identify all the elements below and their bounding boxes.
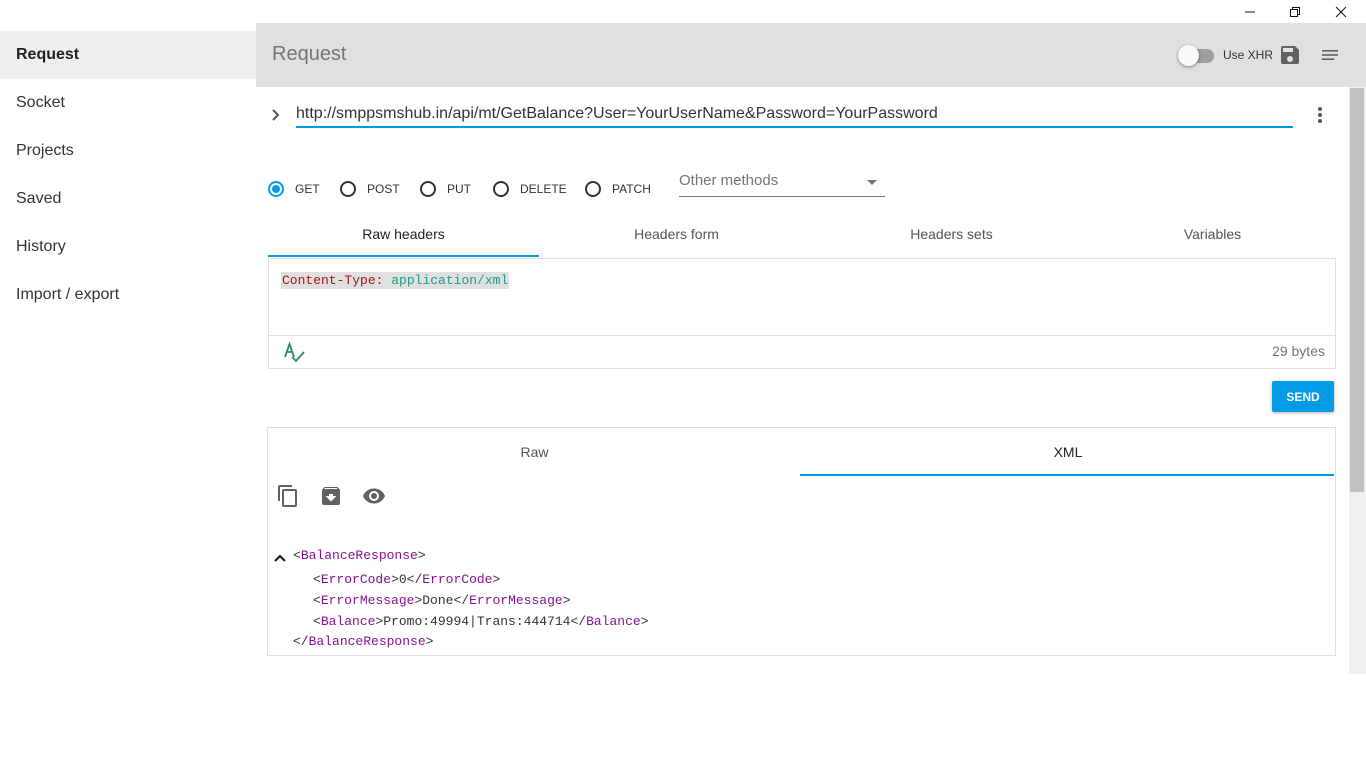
method-put[interactable]: PUT xyxy=(420,180,471,198)
xhr-label: Use XHR xyxy=(1223,48,1274,62)
header-tabs: Raw headers Headers form Headers sets Va… xyxy=(268,210,1336,258)
xml-root-open: <BalanceResponse> xyxy=(293,548,426,563)
raw-headers-editor[interactable]: Content-Type: application/xml xyxy=(268,258,1336,336)
radio-icon xyxy=(420,181,436,197)
xml-node: <ErrorMessage>Done</ErrorMessage> xyxy=(313,593,571,608)
method-label: PATCH xyxy=(612,182,651,196)
window-title-bar xyxy=(0,0,1366,23)
eye-icon[interactable] xyxy=(362,484,386,508)
tab-headers-form[interactable]: Headers form xyxy=(539,210,814,258)
radio-icon xyxy=(493,181,509,197)
headers-size: 29 bytes xyxy=(1272,343,1325,359)
copy-icon[interactable] xyxy=(276,484,300,508)
method-label: DELETE xyxy=(520,182,567,196)
more-vert-icon[interactable] xyxy=(1310,104,1330,126)
method-label: GET xyxy=(295,182,320,196)
other-methods-label: Other methods xyxy=(679,172,779,189)
scrollbar-thumb[interactable] xyxy=(1350,88,1364,492)
tab-headers-sets[interactable]: Headers sets xyxy=(814,210,1089,258)
header-value: application/xml xyxy=(391,273,509,288)
xml-tag: BalanceResponse xyxy=(300,548,418,563)
xml-node: <ErrorCode>0</ErrorCode> xyxy=(313,572,501,587)
archive-icon[interactable] xyxy=(319,484,343,508)
tab-xml[interactable]: XML xyxy=(801,428,1335,476)
sidebar-item-request[interactable]: Request xyxy=(0,31,256,79)
scrollbar[interactable] xyxy=(1349,87,1366,674)
other-methods-select[interactable]: Other methods xyxy=(679,172,885,197)
restore-icon[interactable] xyxy=(1272,0,1318,23)
sidebar-item-import-export[interactable]: Import / export xyxy=(0,271,256,319)
toggle-thumb xyxy=(1178,45,1199,66)
menu-lines-icon[interactable] xyxy=(1318,43,1342,67)
method-patch[interactable]: PATCH xyxy=(585,180,651,198)
method-label: POST xyxy=(367,182,400,196)
chevron-right-icon[interactable] xyxy=(266,104,286,126)
send-button[interactable]: SEND xyxy=(1272,381,1334,412)
sidebar-item-history[interactable]: History xyxy=(0,223,256,271)
radio-icon xyxy=(585,181,601,197)
dropdown-caret-icon xyxy=(867,180,877,185)
editor-footer: 29 bytes xyxy=(268,335,1336,369)
header-key: Content-Type: xyxy=(282,273,384,288)
xml-root-close: </BalanceResponse> xyxy=(293,634,434,649)
tab-indicator xyxy=(268,255,539,257)
collapse-caret-icon[interactable] xyxy=(274,552,286,562)
page-title: Request xyxy=(272,43,347,65)
tab-raw[interactable]: Raw xyxy=(268,428,801,476)
response-panel: Raw XML <BalanceResponse> <ErrorCode>0</… xyxy=(267,427,1336,656)
url-input[interactable] xyxy=(296,101,1293,128)
close-icon[interactable] xyxy=(1318,0,1364,23)
method-delete[interactable]: DELETE xyxy=(493,180,567,198)
sidebar-item-saved[interactable]: Saved xyxy=(0,175,256,223)
header-line: Content-Type: application/xml xyxy=(281,272,510,289)
sidebar: Request Socket Projects Saved History Im… xyxy=(0,31,256,319)
tab-raw-headers[interactable]: Raw headers xyxy=(268,210,539,258)
radio-icon xyxy=(340,181,356,197)
minimize-icon[interactable] xyxy=(1227,0,1273,23)
save-icon[interactable] xyxy=(1278,43,1302,67)
sidebar-item-projects[interactable]: Projects xyxy=(0,127,256,175)
spellcheck-icon[interactable] xyxy=(281,341,307,365)
method-get[interactable]: GET xyxy=(268,180,320,198)
xml-node: <Balance>Promo:49994|Trans:444714</Balan… xyxy=(313,614,649,629)
radio-icon xyxy=(268,181,284,197)
sidebar-item-socket[interactable]: Socket xyxy=(0,79,256,127)
response-tab-indicator xyxy=(800,474,1334,476)
tab-variables[interactable]: Variables xyxy=(1089,210,1336,258)
method-post[interactable]: POST xyxy=(340,180,400,198)
method-label: PUT xyxy=(447,182,471,196)
app-header: Request Use XHR xyxy=(256,23,1366,87)
xhr-toggle[interactable] xyxy=(1178,45,1214,66)
